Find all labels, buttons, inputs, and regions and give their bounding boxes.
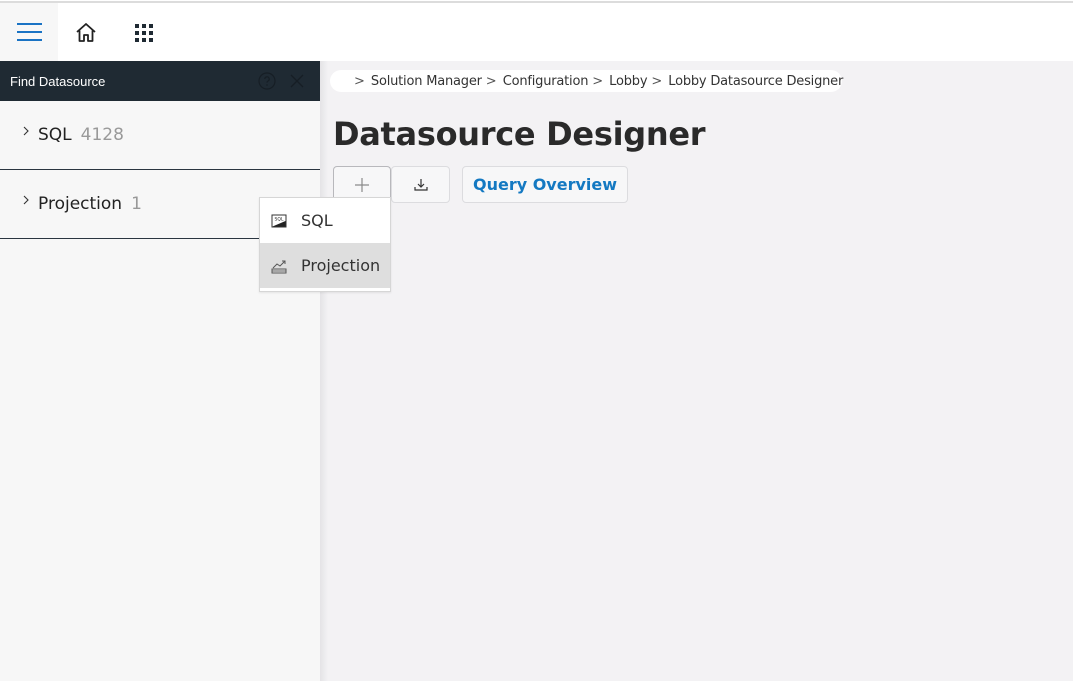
apps-grid-icon (135, 24, 153, 42)
sql-icon: SQL (271, 214, 287, 227)
breadcrumb-configuration[interactable]: Configuration (503, 74, 589, 89)
menu-item-label: SQL (301, 211, 333, 230)
breadcrumb-lobby[interactable]: Lobby (609, 74, 647, 89)
close-icon[interactable] (289, 73, 305, 89)
help-circle-icon[interactable] (258, 72, 276, 90)
main-content: > Solution Manager > Configuration > Lob… (320, 61, 1073, 681)
menu-item-label: Projection (301, 256, 381, 275)
home-icon (76, 23, 96, 42)
chevron-right-icon[interactable] (20, 194, 32, 206)
sidebar-header: Find Datasource (0, 61, 320, 101)
home-button[interactable] (70, 17, 102, 49)
sidebar-title: Find Datasource (10, 73, 106, 89)
menu-item-projection[interactable]: Projection (260, 243, 390, 288)
tree-item-label: Projection (38, 194, 123, 214)
plus-icon (355, 178, 369, 192)
menu-footer (260, 288, 390, 291)
breadcrumb-separator: > (485, 73, 497, 89)
breadcrumb-lobby-datasource-designer[interactable]: Lobby Datasource Designer (668, 74, 843, 89)
download-icon (413, 178, 428, 191)
breadcrumb-separator: > (592, 73, 604, 89)
chevron-right-icon[interactable] (20, 125, 32, 137)
tree-item-count: 4128 (80, 125, 124, 145)
menu-button[interactable] (0, 3, 58, 61)
tree-item-count: 1 (131, 194, 142, 214)
breadcrumb-separator: > (354, 73, 365, 89)
datasource-sidebar: Find Datasource SQL 4128 Projection 1 (0, 61, 320, 681)
breadcrumb-separator: > (651, 73, 663, 89)
hamburger-icon (16, 22, 42, 42)
tree-item-sql[interactable]: SQL 4128 (0, 101, 320, 170)
apps-button[interactable] (128, 17, 160, 49)
svg-text:SQL: SQL (275, 216, 284, 222)
projection-icon (271, 260, 287, 273)
query-overview-button[interactable]: Query Overview (462, 166, 628, 203)
page-title: Datasource Designer (333, 115, 706, 153)
tree-item-label: SQL (38, 125, 72, 145)
menu-item-sql[interactable]: SQL SQL (260, 198, 390, 243)
breadcrumb: > Solution Manager > Configuration > Lob… (330, 70, 843, 92)
breadcrumb-solution-manager[interactable]: Solution Manager (371, 74, 482, 89)
top-bar (0, 3, 1073, 61)
download-button[interactable] (391, 166, 450, 203)
add-datasource-menu: SQL SQL Projection (259, 197, 391, 292)
